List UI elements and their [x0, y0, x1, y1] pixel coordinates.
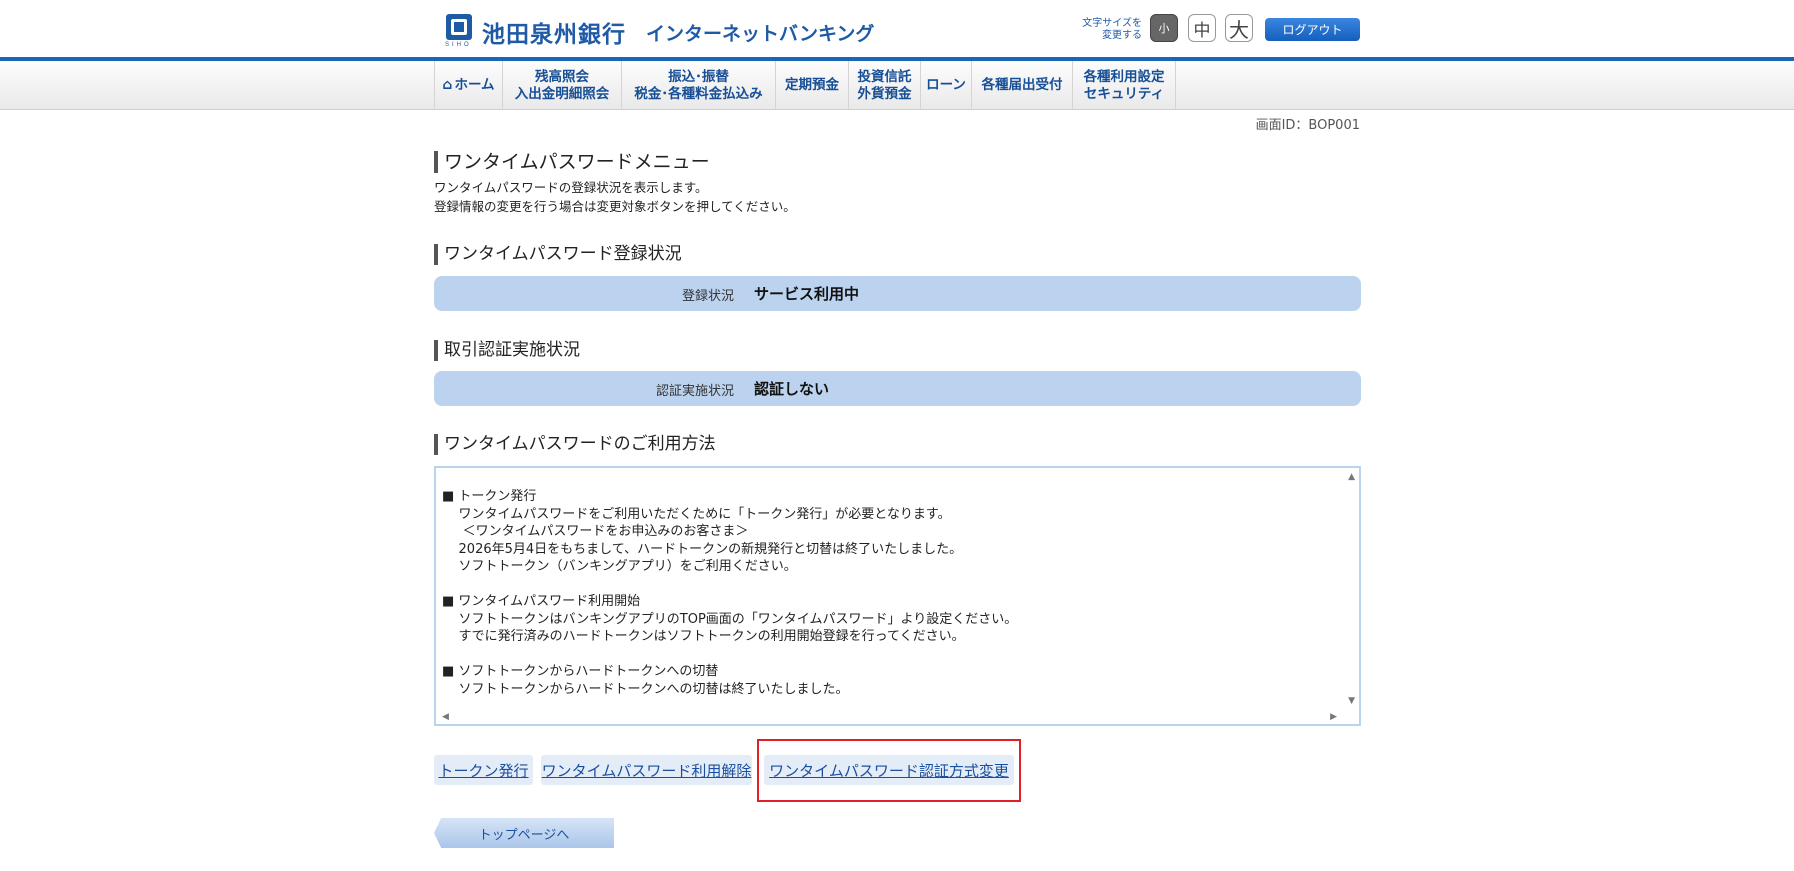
screen-id: 画面ID：BOP001 [1255, 118, 1360, 133]
registration-status-bar: 登録状況 サービス利用中 [434, 276, 1361, 311]
top-page-button[interactable]: トップページへ [434, 818, 614, 848]
scroll-up-icon[interactable]: ▲ [1348, 472, 1355, 482]
logout-button[interactable]: ログアウト [1265, 18, 1360, 41]
scroll-right-icon[interactable]: ▶ [1330, 712, 1337, 722]
nav-investment[interactable]: 投資信託 外貨預金 [849, 61, 921, 110]
bank-logo[interactable]: SIHO 池田泉州銀行 インターネットバンキング [444, 13, 874, 51]
registration-status-value: サービス利用中 [754, 285, 860, 303]
nav-balance[interactable]: 残高照会 入出金明細照会 [503, 61, 622, 110]
token-issue-button[interactable]: トークン発行 [434, 755, 533, 785]
page-description-1: ワンタイムパスワードの登録状況を表示します。 [434, 180, 708, 195]
scroll-left-icon[interactable]: ◀ [442, 712, 449, 722]
nav-settings[interactable]: 各種利用設定 セキュリティ [1073, 61, 1176, 110]
service-name: インターネットバンキング [646, 22, 875, 45]
nav-time-deposit[interactable]: 定期預金 [776, 61, 849, 110]
font-size-large-button[interactable]: 大 [1225, 14, 1253, 42]
usage-heading: ワンタイムパスワードのご利用方法 [434, 434, 716, 455]
nav-home[interactable]: ⌂ ホーム [435, 61, 503, 110]
page-description-2: 登録情報の変更を行う場合は変更対象ボタンを押してください。 [434, 199, 796, 214]
page-title: ワンタイムパスワードメニュー [434, 151, 710, 173]
auth-heading: 取引認証実施状況 [434, 340, 580, 361]
nav-forms[interactable]: 各種届出受付 [972, 61, 1073, 110]
nav-transfer[interactable]: 振込･振替 税金･各種料金払込み [622, 61, 776, 110]
font-size-label: 文字サイズを 変更する [1082, 18, 1142, 41]
auth-status-label: 認証実施状況 [655, 384, 734, 399]
nav-loan[interactable]: ローン [921, 61, 972, 110]
registration-status-label: 登録状況 [681, 289, 734, 304]
main-nav: ⌂ ホーム 残高照会 入出金明細照会 振込･振替 税金･各種料金払込み 定期預金 投資… [434, 61, 1176, 110]
highlight-box [757, 739, 1021, 802]
font-size-medium-button[interactable]: 中 [1188, 14, 1216, 42]
scroll-down-icon[interactable]: ▼ [1348, 696, 1355, 706]
home-icon: ⌂ [442, 77, 453, 93]
header [0, 0, 1794, 57]
usage-textbox[interactable]: ■ トークン発行 ワンタイムパスワードをご利用いただくために「トークン発行」が必… [434, 466, 1361, 726]
bank-name: 池田泉州銀行 [482, 22, 626, 48]
auth-status-value: 認証しない [754, 380, 830, 398]
font-size-small-button[interactable]: 小 [1150, 14, 1178, 42]
usage-text: ■ トークン発行 ワンタイムパスワードをご利用いただくために「トークン発行」が必… [442, 489, 1018, 697]
auth-status-bar: 認証実施状況 認証しない [434, 371, 1361, 406]
bank-logo-icon: SIHO [444, 14, 474, 50]
cancel-otp-button[interactable]: ワンタイムパスワード利用解除 [541, 755, 752, 785]
registration-heading: ワンタイムパスワード登録状況 [434, 244, 682, 265]
